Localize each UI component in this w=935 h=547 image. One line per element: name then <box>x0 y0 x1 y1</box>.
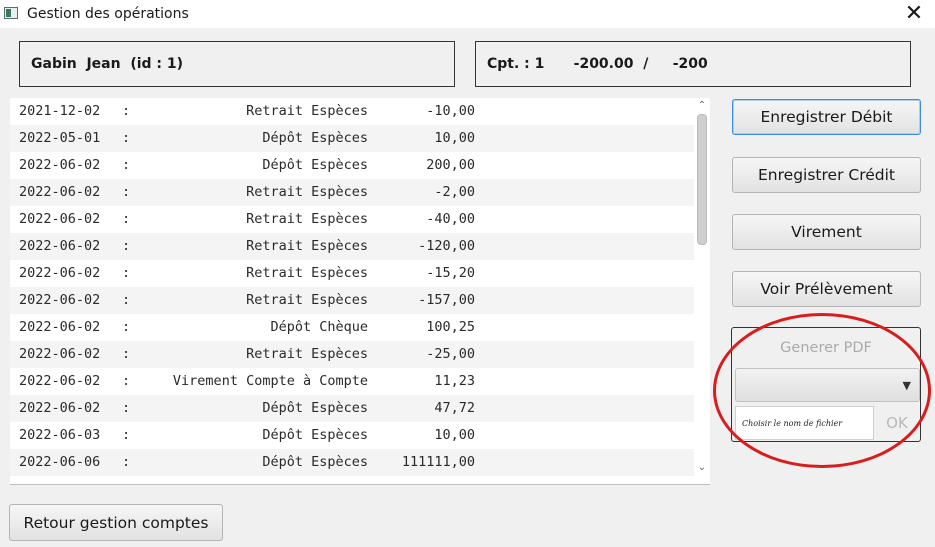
transfer-button[interactable]: Virement <box>732 214 921 250</box>
generate-pdf-button[interactable]: Generer PDF <box>732 328 920 368</box>
record-debit-button[interactable]: Enregistrer Débit <box>732 99 921 135</box>
operation-amount: 47,72 <box>434 400 475 416</box>
operation-label: Retrait Espèces <box>246 292 368 308</box>
operation-separator: : <box>122 157 131 173</box>
operation-label: Virement Compte à Compte <box>172 373 368 389</box>
operation-date: 2022-06-02 <box>19 211 101 227</box>
operation-separator: : <box>122 184 131 200</box>
back-to-accounts-button[interactable]: Retour gestion comptes <box>9 504 223 541</box>
list-item[interactable]: 2022-06-02: Retrait Espèces -120,00 <box>10 233 694 260</box>
operation-date: 2022-06-02 <box>19 157 101 173</box>
list-item[interactable]: 2022-06-02: Dépôt Espèces 200,00 <box>10 152 694 179</box>
operation-date: 2022-06-02 <box>19 346 101 362</box>
operation-amount: -15,20 <box>426 265 475 281</box>
operation-amount: 10,00 <box>434 130 475 146</box>
operation-amount: -2,00 <box>434 184 475 200</box>
operation-amount: 10,00 <box>434 427 475 443</box>
operation-amount: 11,23 <box>434 373 475 389</box>
close-icon[interactable]: ✕ <box>899 0 929 28</box>
list-item[interactable]: 2022-05-01: Dépôt Espèces 10,00 <box>10 125 694 152</box>
operation-separator: : <box>122 103 131 119</box>
operation-date: 2021-12-02 <box>19 103 101 119</box>
list-item[interactable]: 2022-06-02: Retrait Espèces -40,00 <box>10 206 694 233</box>
operation-label: Dépôt Espèces <box>262 427 368 443</box>
scroll-up-icon[interactable]: ⌃ <box>694 98 710 112</box>
list-item[interactable]: 2022-06-02: Retrait Espèces -15,20 <box>10 260 694 287</box>
operation-amount: 111111,00 <box>401 454 475 470</box>
operation-separator: : <box>122 400 131 416</box>
record-credit-button[interactable]: Enregistrer Crédit <box>732 157 921 193</box>
operation-label: Retrait Espèces <box>246 238 368 254</box>
operation-date: 2022-06-06 <box>19 454 101 470</box>
list-item[interactable]: 2022-06-02: Retrait Espèces -157,00 <box>10 287 694 314</box>
list-item[interactable]: 2022-06-06: Dépôt Espèces 111111,00 <box>10 449 694 476</box>
window-title: Gestion des opérations <box>27 6 189 22</box>
operation-date: 2022-06-02 <box>19 373 101 389</box>
operation-separator: : <box>122 346 131 362</box>
operation-amount: 100,25 <box>426 319 475 335</box>
operation-amount: -25,00 <box>426 346 475 362</box>
pdf-select[interactable]: ▼ <box>735 368 920 402</box>
operation-label: Dépôt Chèque <box>270 319 368 335</box>
list-item[interactable]: 2022-06-02: Retrait Espèces -25,00 <box>10 341 694 368</box>
view-direct-debit-button[interactable]: Voir Prélèvement <box>732 271 921 307</box>
operation-label: Retrait Espèces <box>246 265 368 281</box>
operation-date: 2022-06-02 <box>19 265 101 281</box>
list-item[interactable]: 2022-06-02: Retrait Espèces -2,00 <box>10 179 694 206</box>
pdf-filename-field[interactable]: Choisir le nom de fichier <box>735 406 874 440</box>
operation-separator: : <box>122 292 131 308</box>
operation-separator: : <box>122 373 131 389</box>
operations-list[interactable]: 2021-12-02: Retrait Espèces -10,00 2022-05… <box>10 98 710 485</box>
operation-separator: : <box>122 265 131 281</box>
operation-amount: -157,00 <box>418 292 475 308</box>
list-item[interactable] <box>10 476 694 484</box>
operation-label: Retrait Espèces <box>246 346 368 362</box>
operation-label: Dépôt Espèces <box>262 130 368 146</box>
scroll-thumb[interactable] <box>697 114 707 245</box>
list-item[interactable]: 2022-06-02: Virement Compte à Compte 11,23 <box>10 368 694 395</box>
pdf-ok-button[interactable]: OK <box>876 406 918 440</box>
operation-amount: 200,00 <box>426 157 475 173</box>
operation-amount: -10,00 <box>426 103 475 119</box>
operation-amount: -120,00 <box>418 238 475 254</box>
operation-separator: : <box>122 454 131 470</box>
list-item[interactable]: 2022-06-02: Dépôt Chèque 100,25 <box>10 314 694 341</box>
pdf-panel: Generer PDF ▼ Choisir le nom de fichier … <box>731 327 921 442</box>
operation-separator: : <box>122 238 131 254</box>
list-item[interactable]: 2021-12-02: Retrait Espèces -10,00 <box>10 98 694 125</box>
operation-separator: : <box>122 211 131 227</box>
title-bar: Gestion des opérations ✕ <box>0 0 935 28</box>
list-item[interactable]: 2022-06-03: Dépôt Espèces 10,00 <box>10 422 694 449</box>
list-item[interactable]: 2022-06-02: Dépôt Espèces 47,72 <box>10 395 694 422</box>
operation-label: Dépôt Espèces <box>262 454 368 470</box>
operation-label: Dépôt Espèces <box>262 157 368 173</box>
client-info: Gabin Jean (id : 1) <box>19 41 455 87</box>
operation-label: Retrait Espèces <box>246 184 368 200</box>
operation-date: 2022-06-02 <box>19 400 101 416</box>
operation-label: Retrait Espèces <box>246 211 368 227</box>
chevron-down-icon: ▼ <box>902 379 911 392</box>
operation-date: 2022-06-02 <box>19 319 101 335</box>
operation-label: Dépôt Espèces <box>262 400 368 416</box>
operation-label: Retrait Espèces <box>246 103 368 119</box>
list-scrollbar[interactable]: ⌃ ⌄ <box>694 98 710 474</box>
operation-date: 2022-06-02 <box>19 184 101 200</box>
operation-date: 2022-05-01 <box>19 130 101 146</box>
operation-date: 2022-06-02 <box>19 292 101 308</box>
operation-date: 2022-06-03 <box>19 427 101 443</box>
operation-separator: : <box>122 319 131 335</box>
account-info: Cpt. : 1 -200.00 / -200 <box>475 41 911 87</box>
operation-separator: : <box>122 130 131 146</box>
app-icon <box>4 7 18 19</box>
operation-separator: : <box>122 427 131 443</box>
operation-date: 2022-06-02 <box>19 238 101 254</box>
scroll-down-icon[interactable]: ⌄ <box>694 460 710 474</box>
operation-amount: -40,00 <box>426 211 475 227</box>
